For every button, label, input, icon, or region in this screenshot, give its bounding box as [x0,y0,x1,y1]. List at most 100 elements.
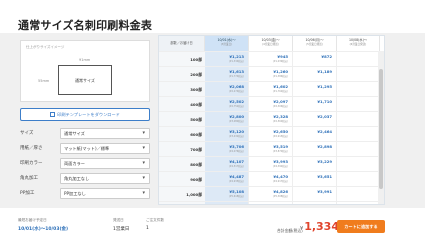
price-cell[interactable]: ¥3,120 (¥3,432税込) [205,127,249,142]
price-cell[interactable]: ¥872 [293,52,337,67]
price-cell[interactable]: ¥7,093(¥7,802税込) [249,202,293,204]
price-cell[interactable] [337,157,379,172]
quantity-label: 300部 [159,82,205,97]
quantity-label: 600部 [159,127,205,142]
price-cell[interactable]: ¥4,107 (¥4,517税込) [205,157,249,172]
price-cell[interactable] [337,127,379,142]
price-value: ¥2,502 [229,99,244,104]
price-cell[interactable]: ¥4,470 (¥4,917税込) [249,172,293,187]
price-cell[interactable]: ¥1,613 (¥1,774税込) [205,67,249,82]
price-value: ¥2,328 [273,114,288,119]
corner-select[interactable]: 角丸加工なし ▾ [60,173,150,184]
preview-card-label: 通常サイズ [75,78,95,83]
price-cell[interactable]: ¥3,706 (¥4,076税込) [205,142,249,157]
price-cell[interactable]: ¥4,671 [337,202,379,204]
preview-caption: 仕上がりサイズイメージ [26,45,65,49]
price-cell[interactable]: ¥2,464 [293,127,337,142]
table-row: 500部 ¥2,800 (¥3,080税込) ¥2,328 (¥2,560税込) ¥2,0… [159,111,384,127]
price-value [337,112,374,114]
price-cell[interactable]: ¥2,650 (¥2,915税込) [249,127,293,142]
price-cell[interactable]: ¥1,213 (¥1,334税込) [205,52,249,67]
price-cell[interactable]: ¥1,189 [293,67,337,82]
paper-select[interactable]: マット紙(マット)／標準 ▾ [60,143,150,154]
price-cell[interactable]: ¥2,502 (¥2,752税込) [205,97,249,112]
price-cell[interactable]: ¥1,710 [293,97,337,112]
price-cell[interactable]: ¥7,782(¥8,560税込) [205,202,249,204]
price-tax-note: (¥3,870税込) [272,150,288,153]
price-value: ¥872 [321,54,332,59]
date-column-header[interactable]: 10/08(水)〜 (6営業日発送) [337,36,380,51]
price-cell[interactable]: ¥2,037 [293,112,337,127]
column-date: 10/01(水)〜 [217,38,236,42]
price-cell[interactable] [337,112,379,127]
price-cell[interactable]: ¥3,651 [293,172,337,187]
price-value: ¥5,108 [229,189,244,194]
options-panel: 仕上がりサイズイメージ 91mm 55mm 通常サイズ 印刷テンプレートをダウン… [20,40,150,200]
quantity-label: 400部 [159,97,205,112]
option-label: 角丸加工 [20,176,38,181]
price-tax-note: (¥4,917税込) [272,180,288,183]
pp-select[interactable]: PP加工なし ▾ [60,188,150,199]
price-cell[interactable]: ¥3,991 [293,187,337,202]
print-color-select[interactable]: 両面カラー ▾ [60,158,150,169]
column-date: 10/03(金)〜 [261,38,280,42]
table-row: 100部 ¥1,213 (¥1,334税込) ¥945 (¥1,039税込) ¥872 [159,51,384,67]
table-row: 300部 ¥2,068 (¥2,274税込) ¥1,602 (¥1,762税込) ¥1,2… [159,81,384,97]
price-value: ¥3,991 [317,189,332,194]
price-cell[interactable]: ¥3,993 (¥4,392税込) [249,157,293,172]
delivery-label: 最短お届け予定日 [18,218,47,222]
price-cell[interactable] [337,52,379,67]
add-to-cart-button[interactable]: カートに追加する [337,220,385,233]
price-cell[interactable] [337,187,379,202]
price-value: ¥4,470 [273,174,288,179]
price-cell[interactable]: ¥5,549 [293,202,337,204]
price-cell[interactable] [337,97,379,112]
column-note: (6営業日発送) [349,42,367,46]
table-row: 400部 ¥2,502 (¥2,752税込) ¥2,097 (¥2,306税込) ¥1,7… [159,96,384,112]
price-tax-note: (¥4,935税込) [228,180,244,183]
date-column-header[interactable]: 10/06(月)〜 (5営業日発送) [293,36,337,51]
price-tax-note: (¥2,274税込) [228,90,244,93]
price-value: ¥1,602 [273,84,288,89]
price-cell[interactable]: ¥2,068 (¥2,274税込) [205,82,249,97]
price-tax-note: (¥2,560税込) [272,120,288,123]
price-cell[interactable]: ¥3,229 [293,157,337,172]
column-date: 10/06(月)〜 [305,38,324,42]
price-tax-note: (¥3,080税込) [228,120,244,123]
column-date: 10/08(水)〜 [348,38,368,42]
quantity-label: 900部 [159,172,205,187]
date-column-header[interactable]: 10/01(水)〜 (3営業日) [205,36,249,51]
price-cell[interactable]: ¥4,487 (¥4,935税込) [205,172,249,187]
price-cell[interactable]: ¥2,800 (¥3,080税込) [205,112,249,127]
scrollbar-thumb[interactable] [379,69,383,189]
price-tax-note: (¥4,076税込) [228,150,244,153]
option-paper: 用紙／厚さ マット紙(マット)／標準 ▾ [20,141,150,156]
select-value: 角丸加工なし [64,176,90,181]
price-cell[interactable]: ¥2,328 (¥2,560税込) [249,112,293,127]
price-cell[interactable]: ¥3,519 (¥3,870税込) [249,142,293,157]
price-value: ¥7,782 [205,202,244,204]
price-cell[interactable]: ¥1,602 (¥1,762税込) [249,82,293,97]
price-tax-note: (¥5,618税込) [228,195,244,198]
price-value: ¥1,613 [229,69,244,74]
price-cell[interactable] [337,67,379,82]
price-cell[interactable]: ¥2,097 (¥2,306税込) [249,97,293,112]
price-cell[interactable]: ¥1,295 [293,82,337,97]
size-select[interactable]: 通常サイズ ▾ [60,128,150,139]
price-cell[interactable]: ¥945 (¥1,039税込) [249,52,293,67]
price-cell[interactable] [337,142,379,157]
price-value: ¥1,710 [317,99,332,104]
price-value: ¥1,260 [273,69,288,74]
price-cell[interactable] [337,82,379,97]
price-tax-note: (¥2,306税込) [272,105,288,108]
price-value: ¥945 [277,54,288,59]
price-cell[interactable] [337,172,379,187]
price-cell[interactable]: ¥4,826 (¥5,308税込) [249,187,293,202]
price-cell[interactable]: ¥1,260 (¥1,386税込) [249,67,293,82]
table-scrollbar[interactable] [378,51,384,204]
date-column-header[interactable]: 10/03(金)〜 (4営業日発送) [249,36,293,51]
price-value: ¥3,120 [229,129,244,134]
download-template-button[interactable]: 印刷テンプレートをダウンロード [20,108,150,121]
price-cell[interactable]: ¥5,108 (¥5,618税込) [205,187,249,202]
price-cell[interactable]: ¥2,898 [293,142,337,157]
